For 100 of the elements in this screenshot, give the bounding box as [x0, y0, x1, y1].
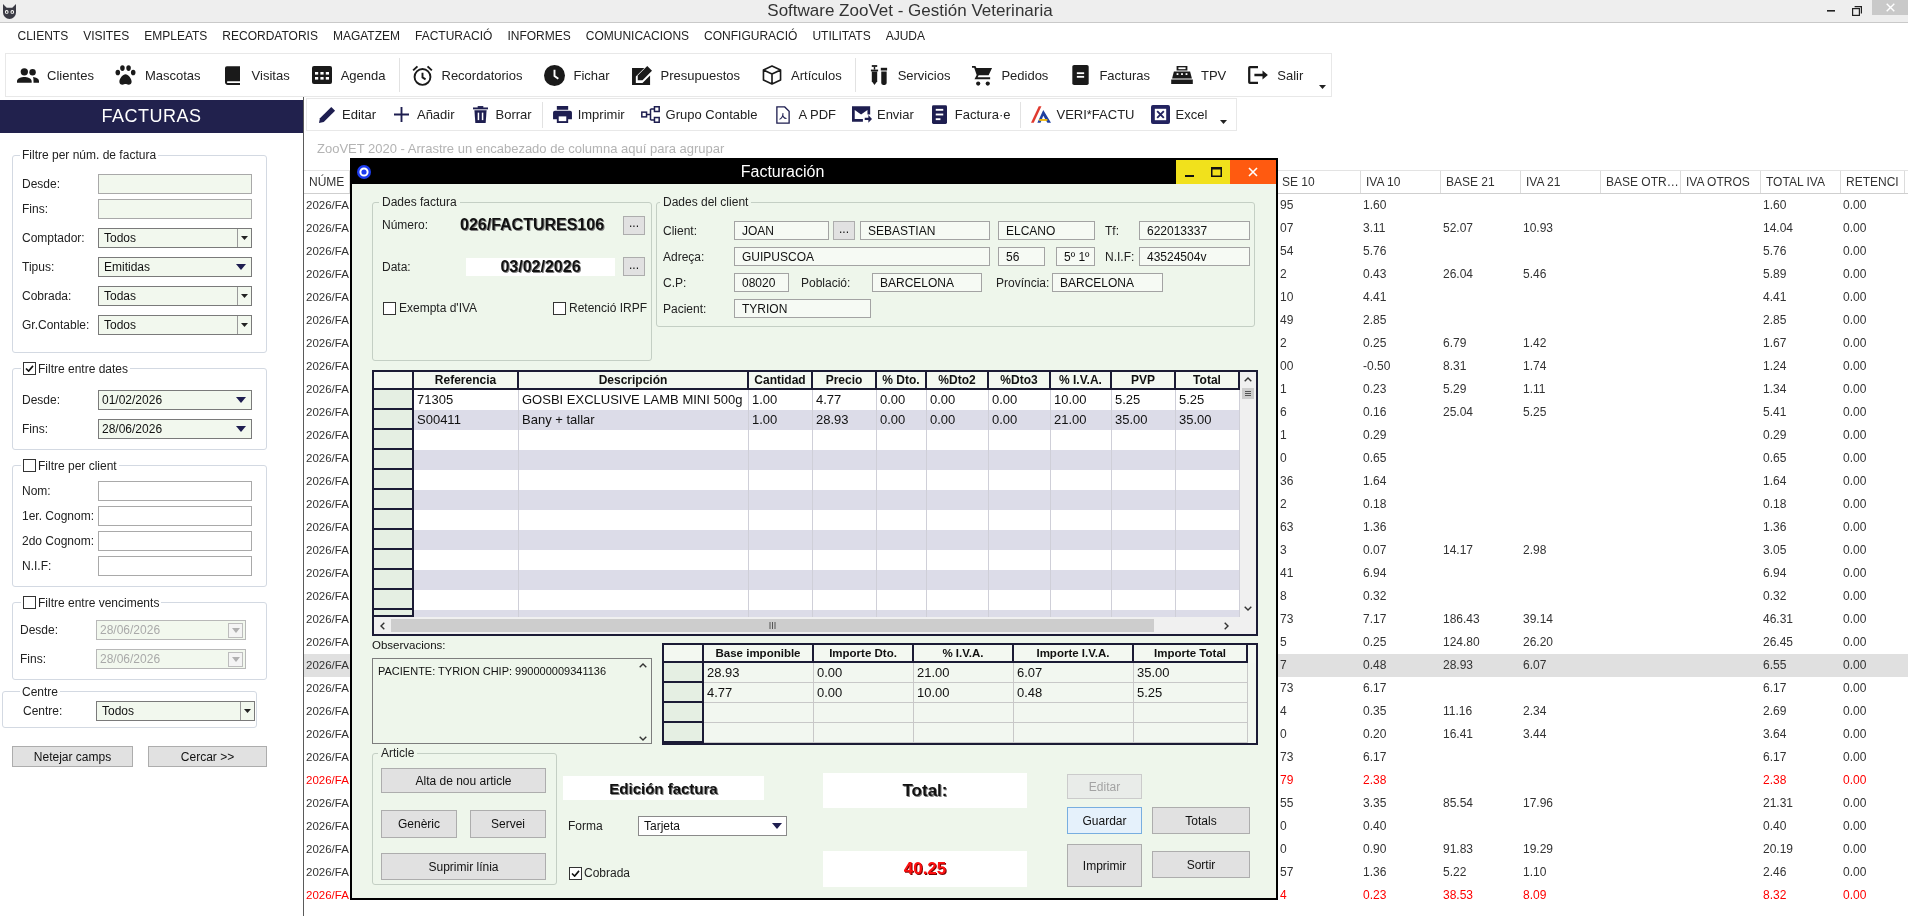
checkbox[interactable] [23, 362, 36, 375]
table-row[interactable]: S00411 Bany + tallar 1.00 28.93 0.00 0.00 0.00 21.00 35.00 35.00 [374, 410, 1240, 430]
row-header[interactable] [664, 663, 704, 683]
toolbar-button[interactable]: Añadir [383, 99, 463, 130]
text-field[interactable] [98, 481, 252, 501]
combo-box[interactable]: Todos [98, 314, 252, 335]
row-header[interactable] [374, 510, 414, 530]
row-header[interactable] [374, 390, 414, 410]
toolbar-button[interactable]: Presupuestos [620, 54, 752, 96]
menu-item[interactable]: INFORMES [499, 23, 579, 50]
chevron-down-icon[interactable] [1244, 606, 1252, 611]
row-header[interactable] [374, 570, 414, 590]
checkbox[interactable] [383, 301, 396, 315]
maximize-button[interactable] [1203, 160, 1230, 184]
toolbar-button[interactable]: Visitas [211, 54, 301, 96]
toolbar-button[interactable]: Imprimir [544, 99, 633, 130]
text-field[interactable]: TYRION [734, 299, 871, 318]
toolbar-button[interactable]: TPV [1160, 54, 1238, 96]
menu-item[interactable]: UTILITATS [804, 23, 879, 50]
browse-button[interactable]: ... [833, 221, 855, 240]
toolbar-button[interactable]: Artículos [751, 54, 853, 96]
scroll-thumb[interactable] [1242, 388, 1254, 399]
text-field[interactable]: 622013337 [1139, 221, 1250, 240]
form-button[interactable]: Suprimir línia [381, 853, 546, 880]
text-field[interactable] [98, 173, 252, 194]
combo-box[interactable]: Todos [96, 701, 255, 721]
toolbar-button[interactable]: Mascotas [104, 54, 212, 96]
text-field[interactable]: GUIPUSCOA [734, 247, 990, 266]
caret-icon[interactable] [1220, 120, 1228, 124]
chevron-right-icon[interactable] [1224, 621, 1229, 630]
menu-item[interactable]: COMUNICACIONS [578, 23, 697, 50]
table-row[interactable]: 71305 GOSBI EXCLUSIVE LAMB MINI 500g 1.00 4.77 0.00 0.00 0.00 10.00 5.25 5.25 [374, 390, 1240, 410]
text-field[interactable] [98, 506, 252, 526]
row-header[interactable] [374, 550, 414, 570]
column-header[interactable]: IVA 10 [1361, 171, 1441, 193]
row-header[interactable] [374, 610, 414, 617]
column-header[interactable]: TOTAL IVA [1761, 171, 1841, 193]
menu-item[interactable]: AJUDA [878, 23, 933, 50]
form-button[interactable]: Genèric [381, 810, 457, 838]
combo-box[interactable]: Emitidas [98, 256, 252, 277]
toolbar-button[interactable]: Excel [1142, 99, 1216, 130]
combo-box[interactable]: Todos [98, 227, 252, 248]
column-header[interactable]: BASE OTR… [1601, 171, 1681, 193]
checkbox[interactable] [23, 459, 36, 472]
text-field[interactable]: ELCANO [998, 221, 1095, 240]
form-button[interactable]: Cercar >> [148, 746, 267, 767]
text-field[interactable]: 43524504v [1139, 247, 1250, 266]
text-field[interactable]: 5º 1º [1056, 247, 1095, 266]
form-button[interactable]: Sortir [1152, 851, 1250, 878]
row-header[interactable] [374, 450, 414, 470]
toolbar-button[interactable]: Editar [309, 99, 384, 130]
form-button[interactable]: Imprimir [1067, 844, 1142, 887]
toolbar-button[interactable]: Pedidos [961, 54, 1060, 96]
chevron-down-icon[interactable] [639, 736, 647, 741]
toolbar-button[interactable]: Grupo Contable [632, 99, 766, 130]
form-button[interactable]: Servei [470, 810, 546, 838]
text-field[interactable]: SEBASTIAN [860, 221, 990, 240]
toolbar-button[interactable]: Agenda [300, 54, 397, 96]
text-field[interactable]: 56 [998, 247, 1045, 266]
menu-item[interactable]: CLIENTS [10, 23, 76, 50]
toolbar-button[interactable]: Factura·e [921, 99, 1019, 130]
toolbar-button[interactable]: Recordatorios [401, 54, 534, 96]
chevron-up-icon[interactable] [1244, 377, 1252, 382]
row-header[interactable] [374, 410, 414, 430]
combo-box[interactable]: Tarjeta [638, 816, 787, 836]
minimize-button[interactable] [1176, 160, 1203, 184]
menu-item[interactable]: EMPLEATS [136, 23, 215, 50]
horizontal-scrollbar[interactable] [374, 617, 1256, 634]
menu-item[interactable]: MAGATZEM [325, 23, 408, 50]
row-header[interactable] [374, 430, 414, 450]
form-button[interactable]: Guardar [1067, 807, 1142, 834]
menu-item[interactable]: VISITES [75, 23, 137, 50]
toolbar-button[interactable]: Facturas [1059, 54, 1161, 96]
row-header[interactable] [664, 703, 704, 723]
browse-button[interactable]: ... [623, 215, 645, 235]
text-field[interactable]: BARCELONA [1052, 273, 1163, 292]
menu-item[interactable]: CONFIGURACIÓ [696, 23, 805, 50]
caret-icon[interactable] [1319, 85, 1327, 89]
chevron-left-icon[interactable] [380, 621, 385, 630]
menu-item[interactable]: FACTURACIÓ [407, 23, 500, 50]
text-field[interactable]: JOAN [734, 221, 829, 240]
vertical-scrollbar[interactable] [1240, 372, 1256, 617]
form-button[interactable]: Alta de nou article [381, 768, 546, 793]
toolbar-button[interactable]: VERI*FACTU [1023, 99, 1143, 130]
checkbox[interactable] [23, 596, 36, 609]
row-header[interactable] [664, 723, 704, 743]
date-picker[interactable]: 28/06/2026 [98, 419, 252, 439]
checkbox[interactable] [569, 866, 582, 880]
date-field[interactable]: 03/02/2026 [466, 257, 615, 276]
date-picker[interactable]: 01/02/2026 [98, 390, 252, 410]
text-field[interactable]: BARCELONA [872, 273, 982, 292]
form-button[interactable]: Netejar camps [12, 746, 133, 767]
row-header[interactable] [664, 683, 704, 703]
row-header[interactable] [374, 590, 414, 610]
toolbar-button[interactable]: Salir [1237, 54, 1315, 96]
text-field[interactable]: 08020 [734, 273, 789, 292]
column-header[interactable]: BASE 21 [1441, 171, 1521, 193]
browse-button[interactable]: ... [623, 257, 645, 276]
row-header[interactable] [374, 470, 414, 490]
text-field[interactable] [98, 198, 252, 219]
